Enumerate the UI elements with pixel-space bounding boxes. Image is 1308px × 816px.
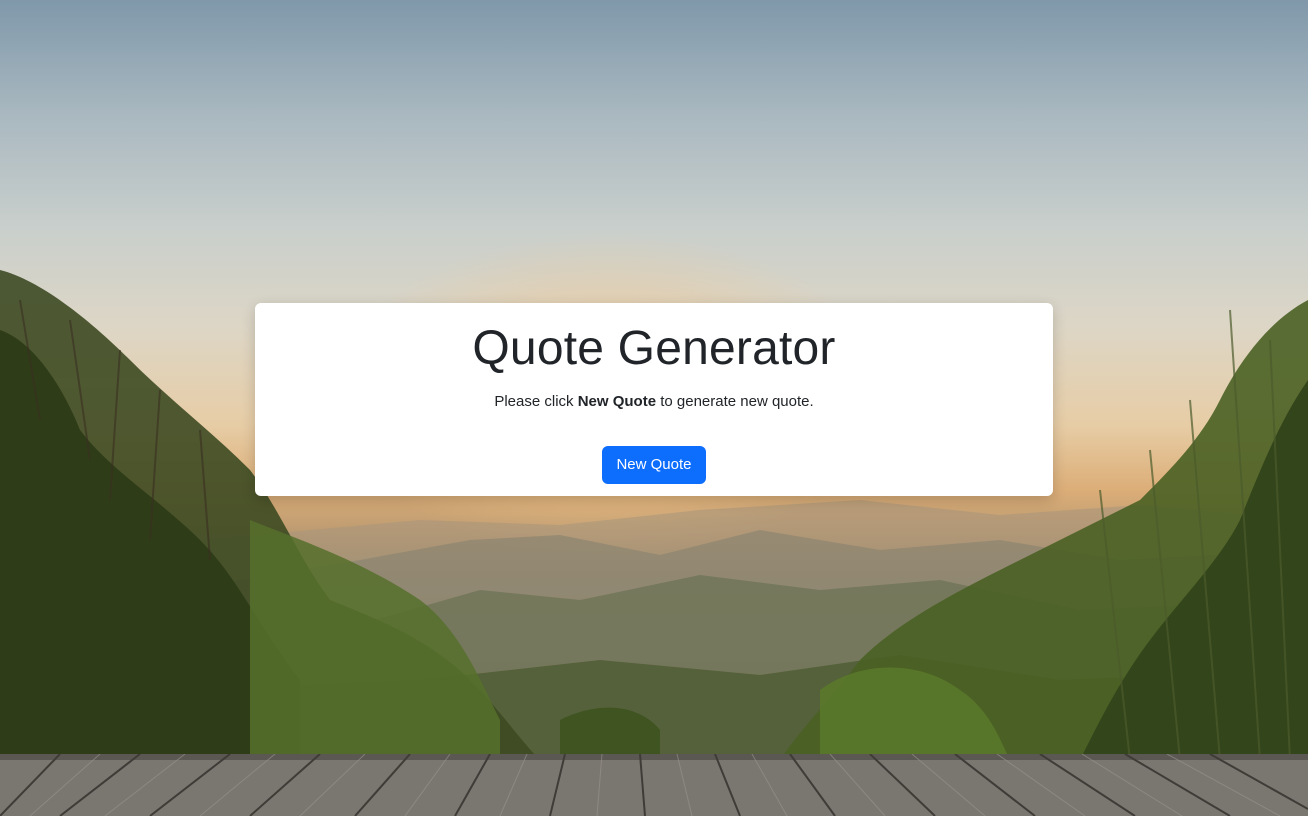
- instructions-prefix: Please click: [494, 393, 578, 410]
- instructions-text: Please click New Quote to generate new q…: [255, 392, 1053, 412]
- wooden-deck-image: [0, 754, 1308, 816]
- new-quote-button[interactable]: New Quote: [602, 446, 706, 484]
- page-title: Quote Generator: [472, 322, 836, 375]
- background-scene: Quote Generator Please click New Quote t…: [0, 0, 1308, 816]
- instructions-suffix: to generate new quote.: [656, 393, 814, 410]
- quote-card: Quote Generator Please click New Quote t…: [255, 303, 1053, 496]
- instructions-highlight: New Quote: [577, 393, 657, 410]
